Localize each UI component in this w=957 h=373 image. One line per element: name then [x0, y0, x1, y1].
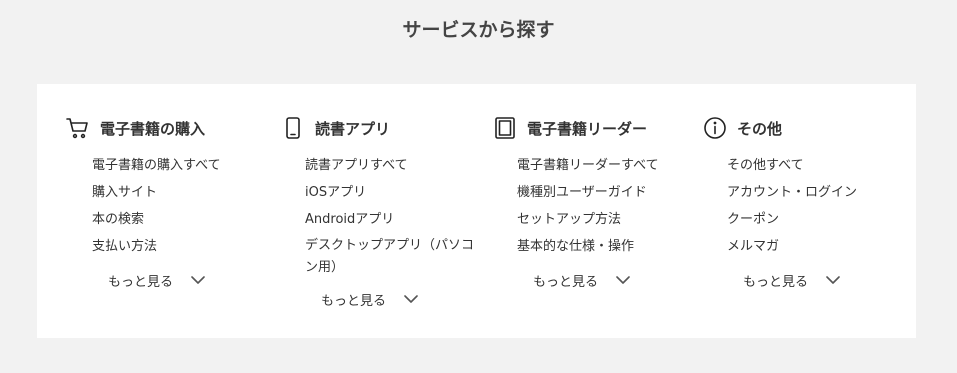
show-more-button[interactable]: もっと見る — [492, 268, 692, 292]
link-list: 読書アプリすべて iOSアプリ Androidアプリ デスクトップアプリ（パソコ… — [280, 152, 480, 281]
link-list: その他すべて アカウント・ログイン クーポン メルマガ — [702, 152, 912, 260]
column-header[interactable]: その他 — [702, 114, 912, 142]
show-more-button[interactable]: もっと見る — [702, 268, 912, 292]
chevron-down-icon — [826, 275, 840, 285]
column-header[interactable]: 読書アプリ — [280, 114, 480, 142]
column-heading: 電子書籍の購入 — [100, 119, 206, 138]
list-item[interactable]: セットアップ方法 — [517, 206, 692, 233]
list-item[interactable]: 基本的な仕様・操作 — [517, 233, 692, 260]
service-panel: 電子書籍の購入 電子書籍の購入すべて 購入サイト 本の検索 支払い方法 もっと見… — [37, 84, 916, 338]
list-item[interactable]: メルマガ — [727, 233, 912, 260]
list-item[interactable]: クーポン — [727, 206, 912, 233]
list-item[interactable]: 購入サイト — [92, 179, 265, 206]
shopping-cart-icon — [65, 115, 91, 141]
list-item[interactable]: その他すべて — [727, 152, 912, 179]
page-title: サービスから探す — [402, 19, 555, 41]
list-item[interactable]: デスクトップアプリ（パソコン用） — [305, 233, 480, 281]
smartphone-icon — [280, 115, 306, 141]
chevron-down-icon — [616, 275, 630, 285]
chevron-down-icon — [191, 275, 205, 285]
column-header[interactable]: 電子書籍リーダー — [492, 114, 692, 142]
column-heading: 読書アプリ — [315, 119, 391, 138]
link-list: 電子書籍リーダーすべて 機種別ユーザーガイド セットアップ方法 基本的な仕様・操… — [492, 152, 692, 260]
show-more-label: もっと見る — [321, 293, 387, 309]
show-more-label: もっと見る — [533, 274, 599, 290]
show-more-label: もっと見る — [743, 274, 809, 290]
column-reading-app: 読書アプリ 読書アプリすべて iOSアプリ Androidアプリ デスクトップア… — [280, 114, 480, 311]
list-item[interactable]: 読書アプリすべて — [305, 152, 480, 179]
list-item[interactable]: Androidアプリ — [305, 206, 480, 233]
column-other: その他 その他すべて アカウント・ログイン クーポン メルマガ もっと見る — [702, 114, 912, 292]
column-ebook-purchase: 電子書籍の購入 電子書籍の購入すべて 購入サイト 本の検索 支払い方法 もっと見… — [65, 114, 265, 292]
ereader-icon — [492, 115, 518, 141]
show-more-button[interactable]: もっと見る — [280, 287, 480, 311]
column-header[interactable]: 電子書籍の購入 — [65, 114, 265, 142]
show-more-label: もっと見る — [108, 274, 174, 290]
list-item[interactable]: 支払い方法 — [92, 233, 265, 260]
list-item[interactable]: 電子書籍リーダーすべて — [517, 152, 692, 179]
column-ereader: 電子書籍リーダー 電子書籍リーダーすべて 機種別ユーザーガイド セットアップ方法… — [492, 114, 692, 292]
list-item[interactable]: アカウント・ログイン — [727, 179, 912, 206]
chevron-down-icon — [404, 294, 418, 304]
link-list: 電子書籍の購入すべて 購入サイト 本の検索 支払い方法 — [65, 152, 265, 260]
list-item[interactable]: 本の検索 — [92, 206, 265, 233]
info-icon — [702, 115, 728, 141]
list-item[interactable]: 電子書籍の購入すべて — [92, 152, 265, 179]
column-heading: 電子書籍リーダー — [527, 119, 648, 138]
column-heading: その他 — [737, 119, 783, 138]
list-item[interactable]: iOSアプリ — [305, 179, 480, 206]
list-item[interactable]: 機種別ユーザーガイド — [517, 179, 692, 206]
show-more-button[interactable]: もっと見る — [65, 268, 265, 292]
